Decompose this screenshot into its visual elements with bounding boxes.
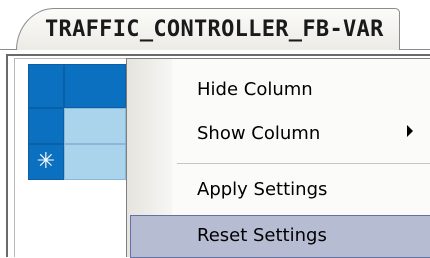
menu-item-label: Reset Settings [197,225,327,246]
new-row-cell[interactable] [64,144,126,180]
menu-item-label: Apply Settings [197,179,328,200]
new-row-header[interactable]: ✳ [28,144,64,180]
menu-item-label: Show Column [197,123,321,144]
menu-separator [177,163,430,164]
grid-cell[interactable] [64,108,126,144]
menu-item-apply-settings[interactable]: Apply Settings [127,169,430,211]
tab-strip: TRAFFIC_CONTROLLER_FB-VAR [0,0,430,58]
context-menu: Hide Column Show Column Apply Settings R… [126,58,430,258]
new-row-asterisk-icon: ✳ [36,149,56,174]
menu-item-reset-settings[interactable]: Reset Settings [130,215,430,258]
menu-item-hide-column[interactable]: Hide Column [127,69,430,111]
tab-label: TRAFFIC_CONTROLLER_FB-VAR [45,17,384,42]
submenu-arrow-icon [407,125,413,137]
grid-corner-header[interactable] [28,64,64,108]
row-header[interactable] [28,108,64,144]
tab-strip-baseline-left [0,49,17,50]
column-header[interactable] [64,64,126,108]
menu-item-show-column[interactable]: Show Column [127,113,430,155]
tab-strip-baseline-right [399,49,430,50]
menu-item-label: Hide Column [197,79,313,100]
tab-traffic-controller[interactable]: TRAFFIC_CONTROLLER_FB-VAR [16,8,400,50]
